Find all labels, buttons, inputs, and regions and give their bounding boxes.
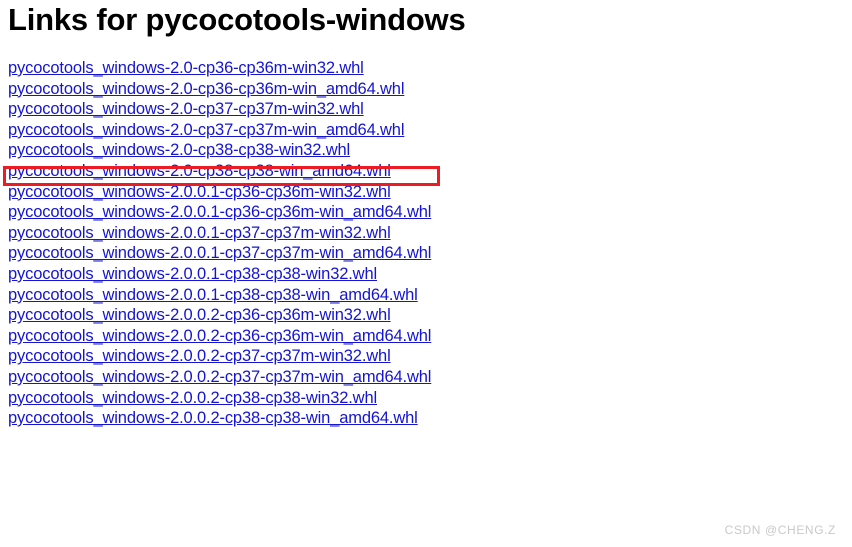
page-title: Links for pycocotools-windows <box>8 2 466 37</box>
list-item: pycocotools_windows-2.0-cp36-cp36m-win32… <box>8 58 431 79</box>
list-item: pycocotools_windows-2.0-cp37-cp37m-win32… <box>8 99 431 120</box>
package-file-link[interactable]: pycocotools_windows-2.0.0.2-cp36-cp36m-w… <box>8 327 431 345</box>
package-file-link[interactable]: pycocotools_windows-2.0-cp37-cp37m-win32… <box>8 100 364 118</box>
package-file-link[interactable]: pycocotools_windows-2.0.0.2-cp38-cp38-wi… <box>8 409 418 427</box>
package-file-link[interactable]: pycocotools_windows-2.0-cp38-cp38-win32.… <box>8 141 350 159</box>
package-file-link[interactable]: pycocotools_windows-2.0-cp36-cp36m-win_a… <box>8 80 404 98</box>
list-item: pycocotools_windows-2.0.0.2-cp36-cp36m-w… <box>8 305 431 326</box>
list-item: pycocotools_windows-2.0.0.2-cp37-cp37m-w… <box>8 346 431 367</box>
package-index-page: Links for pycocotools-windows pycocotool… <box>0 0 852 547</box>
list-item: pycocotools_windows-2.0.0.2-cp36-cp36m-w… <box>8 326 431 347</box>
list-item: pycocotools_windows-2.0.0.2-cp37-cp37m-w… <box>8 367 431 388</box>
package-file-link[interactable]: pycocotools_windows-2.0.0.1-cp37-cp37m-w… <box>8 244 431 262</box>
watermark-text: CSDN @CHENG.Z <box>724 523 836 537</box>
list-item: pycocotools_windows-2.0.0.1-cp36-cp36m-w… <box>8 202 431 223</box>
list-item: pycocotools_windows-2.0.0.1-cp37-cp37m-w… <box>8 243 431 264</box>
package-file-link[interactable]: pycocotools_windows-2.0.0.2-cp37-cp37m-w… <box>8 347 391 365</box>
list-item: pycocotools_windows-2.0.0.2-cp38-cp38-wi… <box>8 408 431 429</box>
package-file-link[interactable]: pycocotools_windows-2.0.0.1-cp38-cp38-wi… <box>8 265 377 283</box>
package-file-link-highlighted[interactable]: pycocotools_windows-2.0-cp38-cp38-win_am… <box>8 162 391 180</box>
package-file-link[interactable]: pycocotools_windows-2.0.0.1-cp36-cp36m-w… <box>8 183 391 201</box>
package-file-link[interactable]: pycocotools_windows-2.0.0.1-cp38-cp38-wi… <box>8 286 418 304</box>
package-file-link[interactable]: pycocotools_windows-2.0-cp36-cp36m-win32… <box>8 59 364 77</box>
list-item: pycocotools_windows-2.0.0.1-cp37-cp37m-w… <box>8 223 431 244</box>
list-item: pycocotools_windows-2.0-cp36-cp36m-win_a… <box>8 79 431 100</box>
list-item: pycocotools_windows-2.0-cp37-cp37m-win_a… <box>8 120 431 141</box>
list-item: pycocotools_windows-2.0-cp38-cp38-win_am… <box>8 161 431 182</box>
list-item: pycocotools_windows-2.0.0.1-cp36-cp36m-w… <box>8 182 431 203</box>
package-file-link[interactable]: pycocotools_windows-2.0-cp37-cp37m-win_a… <box>8 121 404 139</box>
list-item: pycocotools_windows-2.0.0.1-cp38-cp38-wi… <box>8 264 431 285</box>
package-file-link[interactable]: pycocotools_windows-2.0.0.1-cp36-cp36m-w… <box>8 203 431 221</box>
package-file-link[interactable]: pycocotools_windows-2.0.0.2-cp37-cp37m-w… <box>8 368 431 386</box>
list-item: pycocotools_windows-2.0-cp38-cp38-win32.… <box>8 140 431 161</box>
package-file-link[interactable]: pycocotools_windows-2.0.0.2-cp38-cp38-wi… <box>8 389 377 407</box>
package-file-link[interactable]: pycocotools_windows-2.0.0.2-cp36-cp36m-w… <box>8 306 391 324</box>
package-file-link[interactable]: pycocotools_windows-2.0.0.1-cp37-cp37m-w… <box>8 224 391 242</box>
package-file-link-list: pycocotools_windows-2.0-cp36-cp36m-win32… <box>8 58 431 429</box>
list-item: pycocotools_windows-2.0.0.2-cp38-cp38-wi… <box>8 388 431 409</box>
list-item: pycocotools_windows-2.0.0.1-cp38-cp38-wi… <box>8 285 431 306</box>
